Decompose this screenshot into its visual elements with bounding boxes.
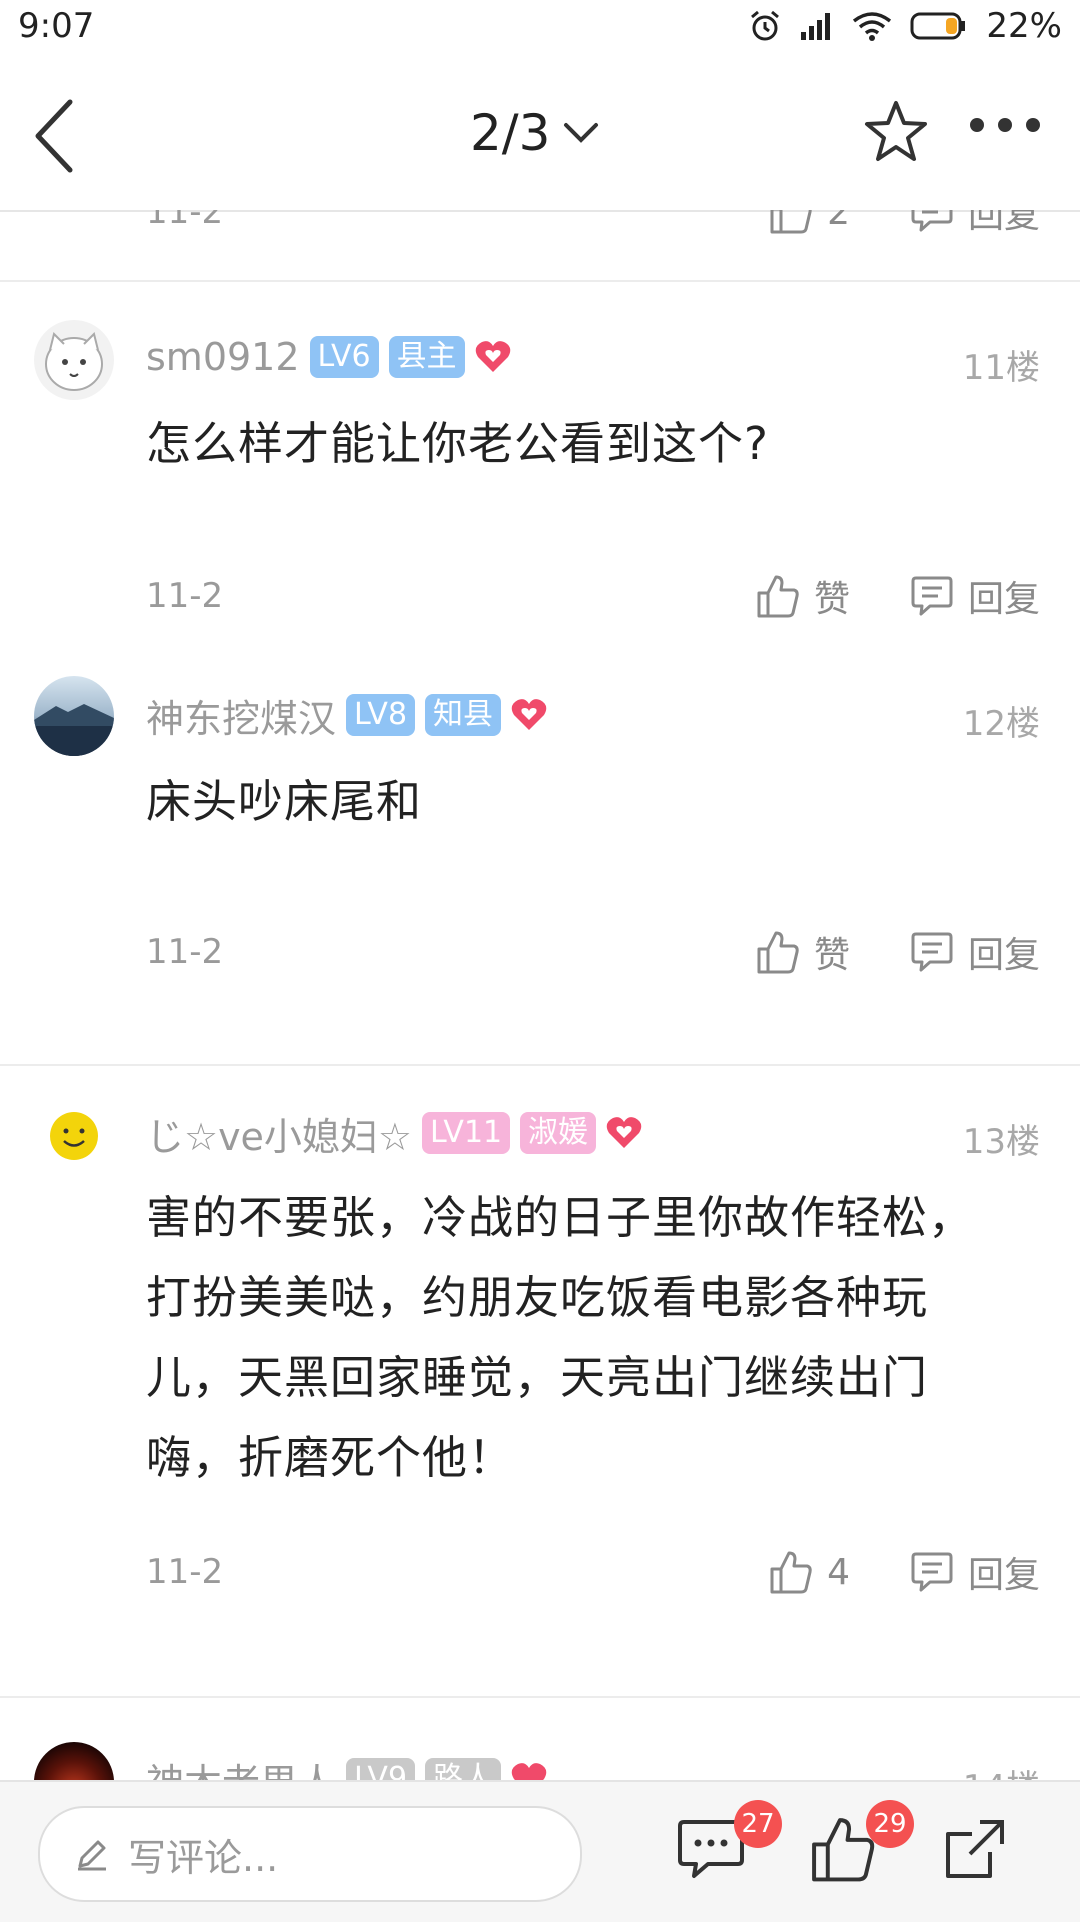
floor-number: 12楼: [962, 704, 1040, 744]
share-icon: [946, 1820, 1004, 1878]
comment-item[interactable]: 神木老男人 LV9 路人 14楼: [0, 1698, 1080, 1780]
level-badge: LV6: [309, 336, 379, 378]
heart-badge-icon: [511, 1763, 547, 1780]
comment-text: 害的不要张，冷战的日子里你故作轻松，打扮美美哒，约朋友吃饭看电影各种玩儿，天黑回…: [146, 1191, 975, 1484]
clock: 9:07: [18, 6, 95, 46]
comment-bubble-icon: [911, 210, 953, 232]
smiley-avatar-icon: [50, 1112, 98, 1160]
thumbs-up-icon: [770, 1551, 812, 1594]
comment-text: 怎么样才能让你老公看到这个?: [146, 417, 769, 470]
comment-input[interactable]: 写评论...: [38, 1806, 582, 1902]
partial-comment: 11-2 2 回复: [0, 210, 1080, 292]
comment-text: 床头吵床尾和: [146, 775, 423, 828]
comment-date: 11-2: [146, 576, 224, 616]
pencil-icon: [78, 1840, 106, 1871]
avatar[interactable]: [34, 320, 114, 400]
level-badge: LV11: [422, 1112, 511, 1154]
battery-icon: [910, 12, 966, 40]
battery-percent: 22%: [986, 6, 1062, 46]
back-arrow-icon: [35, 99, 73, 173]
like-post-button[interactable]: 29: [808, 1800, 914, 1892]
comment-bubble-icon: [911, 1552, 953, 1592]
username[interactable]: じ☆ve小媳妇☆: [146, 1106, 412, 1161]
comment-item[interactable]: 神东挖煤汉 LV8 知县 12楼 床头吵床尾和 11-2 赞 回复: [0, 666, 1080, 1064]
level-badge: LV8: [346, 694, 416, 736]
comment-feed[interactable]: 11-2 2 回复 sm0912 LV6 县主 11楼 怎么样才能让你老公看到这…: [0, 210, 1080, 1780]
page-indicator-dropdown[interactable]: 2/3: [470, 104, 600, 162]
avatar[interactable]: [34, 676, 114, 756]
like-button[interactable]: 2: [769, 210, 850, 235]
like-button[interactable]: 赞: [756, 570, 850, 622]
heart-badge-icon: [606, 1117, 642, 1148]
reply-button[interactable]: 回复: [910, 210, 1040, 238]
title-badge: 路人: [425, 1758, 502, 1780]
like-count-badge: 29: [866, 1800, 914, 1848]
like-count: 4: [827, 1551, 850, 1593]
reply-button[interactable]: 回复: [910, 926, 1040, 978]
wifi-icon: [853, 12, 892, 41]
favorite-button[interactable]: [862, 98, 930, 170]
cat-avatar-icon: [45, 332, 103, 391]
level-badge: LV9: [346, 1758, 416, 1780]
alarm-icon: [751, 10, 780, 41]
title-badge: 知县: [425, 694, 502, 736]
share-button[interactable]: [940, 1814, 1018, 1892]
floor-number: 11楼: [962, 348, 1040, 388]
comment-count-badge: 27: [734, 1800, 782, 1848]
more-icon-dot: [970, 118, 984, 132]
top-nav-bar: 2/3: [0, 58, 1080, 212]
thumbs-up-icon: [757, 931, 799, 974]
comment-date: 11-2: [146, 1552, 224, 1592]
comment-input-placeholder: 写评论...: [128, 1835, 279, 1880]
thumbs-up-icon: [757, 575, 799, 618]
reply-button[interactable]: 回复: [910, 570, 1040, 622]
reply-button[interactable]: 回复: [910, 1546, 1040, 1598]
avatar[interactable]: [34, 1096, 114, 1176]
comments-button[interactable]: 27: [676, 1800, 782, 1892]
comment-item[interactable]: sm0912 LV6 县主 11楼 怎么样才能让你老公看到这个? 11-2 赞 …: [0, 282, 1080, 666]
bottom-action-bar: 写评论... 27 29: [0, 1780, 1080, 1922]
heart-badge-icon: [475, 341, 510, 372]
username[interactable]: sm0912: [146, 335, 300, 379]
status-bar: 9:07 22%: [0, 0, 1080, 58]
title-badge: 县主: [388, 336, 465, 378]
landscape-avatar-icon: [34, 704, 114, 756]
chevron-down-icon: [564, 123, 599, 143]
like-button[interactable]: 4: [769, 1549, 850, 1595]
comment-item[interactable]: じ☆ve小媳妇☆ LV11 淑媛 13楼 害的不要张，冷战的日子里你故作轻松，打…: [0, 1066, 1080, 1696]
comment-bubble-icon: [911, 932, 953, 972]
title-badge: 淑媛: [520, 1112, 597, 1154]
username[interactable]: 神木老男人: [146, 1752, 336, 1781]
avatar[interactable]: [34, 1742, 114, 1780]
floor-number: 13楼: [962, 1122, 1040, 1162]
signal-icon: [801, 13, 831, 40]
comment-date: 11-2: [146, 932, 224, 972]
star-icon: [865, 101, 927, 161]
heart-badge-icon: [511, 699, 547, 730]
like-button[interactable]: 赞: [756, 926, 850, 978]
back-button[interactable]: [30, 96, 90, 176]
comment-bubble-icon: [911, 576, 953, 616]
page-indicator-label: 2/3: [470, 104, 551, 162]
floor-number: 14楼: [963, 1760, 1040, 1780]
more-options-button[interactable]: [970, 118, 1040, 132]
thumbs-up-icon: [770, 210, 812, 234]
username[interactable]: 神东挖煤汉: [146, 688, 336, 743]
